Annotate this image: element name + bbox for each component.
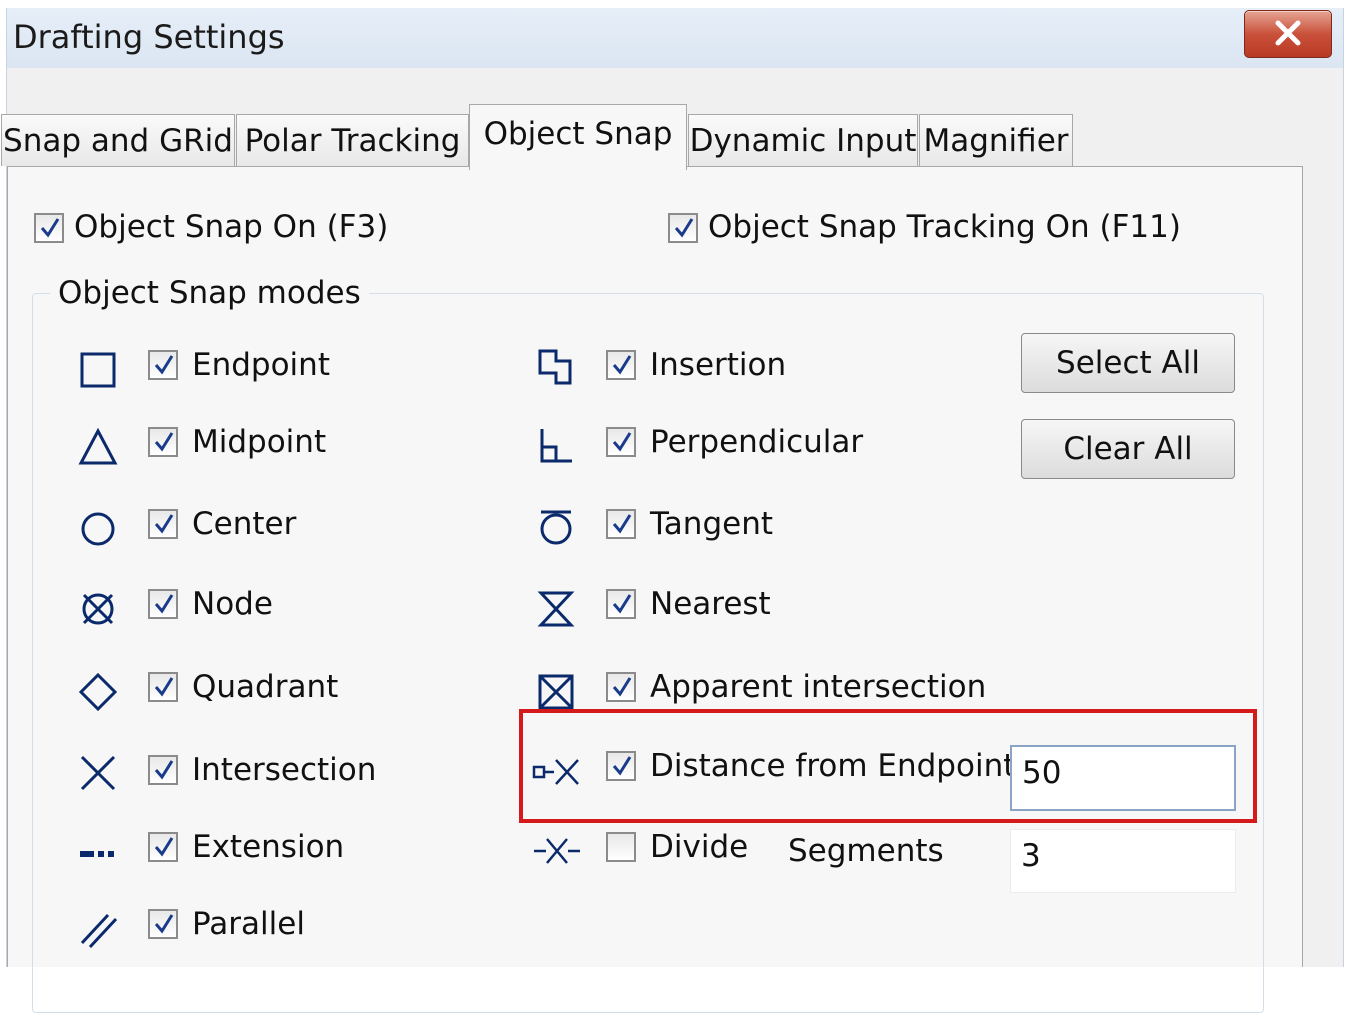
extension-label: Extension	[192, 829, 345, 865]
drafting-settings-window: Drafting Settings Snap and GRid Polar Tr…	[1, 8, 1344, 1013]
clear-all-button[interactable]: Clear All	[1021, 419, 1235, 479]
quadrant-icon	[78, 672, 118, 712]
extension-checkbox[interactable]	[148, 832, 178, 862]
check-icon	[612, 355, 632, 375]
perpendicular-icon	[540, 429, 572, 463]
check-icon	[612, 432, 632, 452]
tab-polar-tracking[interactable]: Polar Tracking	[236, 114, 469, 166]
tab-magnifier[interactable]: Magnifier	[919, 114, 1073, 166]
check-icon	[154, 837, 174, 857]
check-icon	[154, 914, 174, 934]
node-checkbox[interactable]	[148, 589, 178, 619]
insertion-checkbox[interactable]	[606, 350, 636, 380]
segments-label: Segments	[788, 833, 944, 869]
object-snap-tracking-label: Object Snap Tracking On (F11)	[708, 209, 1181, 245]
object-snap-modes-group	[32, 293, 1264, 1013]
node-label: Node	[192, 586, 273, 622]
object-snap-on-label: Object Snap On (F3)	[74, 209, 389, 245]
check-icon	[612, 677, 632, 697]
nearest-label: Nearest	[650, 586, 771, 622]
check-icon	[154, 355, 174, 375]
quadrant-checkbox[interactable]	[148, 672, 178, 702]
highlight-box	[519, 709, 1257, 823]
parallel-icon	[80, 913, 118, 949]
endpoint-icon	[80, 352, 116, 388]
center-icon	[81, 512, 115, 546]
segments-input[interactable]: 3	[1010, 829, 1236, 893]
object-snap-tracking-checkbox[interactable]	[668, 213, 698, 243]
select-all-button[interactable]: Select All	[1021, 333, 1235, 393]
intersection-label: Intersection	[192, 752, 377, 788]
check-icon	[674, 218, 694, 238]
insertion-icon	[538, 349, 572, 385]
object-snap-panel: Object Snap On (F3) Object Snap Tracking…	[7, 166, 1303, 1013]
check-icon	[612, 514, 632, 534]
midpoint-icon	[78, 427, 118, 465]
apparent-intersection-checkbox[interactable]	[606, 672, 636, 702]
node-icon	[82, 593, 114, 625]
check-icon	[154, 432, 174, 452]
window-title: Drafting Settings	[13, 18, 285, 56]
close-button[interactable]	[1244, 10, 1332, 58]
extension-icon	[80, 851, 114, 857]
divide-icon	[534, 838, 580, 864]
nearest-checkbox[interactable]	[606, 589, 636, 619]
endpoint-checkbox[interactable]	[148, 350, 178, 380]
check-icon	[612, 594, 632, 614]
midpoint-label: Midpoint	[192, 424, 327, 460]
endpoint-label: Endpoint	[192, 347, 330, 383]
perpendicular-label: Perpendicular	[650, 424, 864, 460]
tangent-label: Tangent	[650, 506, 774, 542]
tab-object-snap[interactable]: Object Snap	[469, 104, 687, 170]
tab-dynamic-input[interactable]: Dynamic Input	[688, 114, 918, 166]
check-icon	[154, 677, 174, 697]
center-label: Center	[192, 506, 297, 542]
nearest-icon	[537, 591, 575, 627]
check-icon	[154, 594, 174, 614]
close-icon	[1275, 20, 1301, 46]
tab-bar: Snap and GRid Polar Tracking Object Snap…	[1, 104, 1343, 170]
object-snap-modes-title: Object Snap modes	[50, 275, 369, 311]
center-checkbox[interactable]	[148, 509, 178, 539]
divide-checkbox[interactable]	[606, 832, 636, 862]
object-snap-on-checkbox[interactable]	[34, 213, 64, 243]
perpendicular-checkbox[interactable]	[606, 427, 636, 457]
quadrant-label: Quadrant	[192, 669, 339, 705]
check-icon	[40, 218, 60, 238]
midpoint-checkbox[interactable]	[148, 427, 178, 457]
tab-snap-and-grid[interactable]: Snap and GRid	[1, 114, 235, 166]
tangent-icon	[540, 510, 572, 545]
parallel-label: Parallel	[192, 906, 305, 942]
check-icon	[154, 514, 174, 534]
divide-label: Divide	[650, 829, 749, 865]
parallel-checkbox[interactable]	[148, 909, 178, 939]
check-icon	[154, 760, 174, 780]
apparent-intersection-icon	[538, 674, 574, 710]
title-bar: Drafting Settings	[7, 8, 1343, 68]
intersection-checkbox[interactable]	[148, 755, 178, 785]
intersection-icon	[80, 755, 116, 791]
insertion-label: Insertion	[650, 347, 787, 383]
tangent-checkbox[interactable]	[606, 509, 636, 539]
apparent-intersection-label: Apparent intersection	[650, 669, 987, 705]
